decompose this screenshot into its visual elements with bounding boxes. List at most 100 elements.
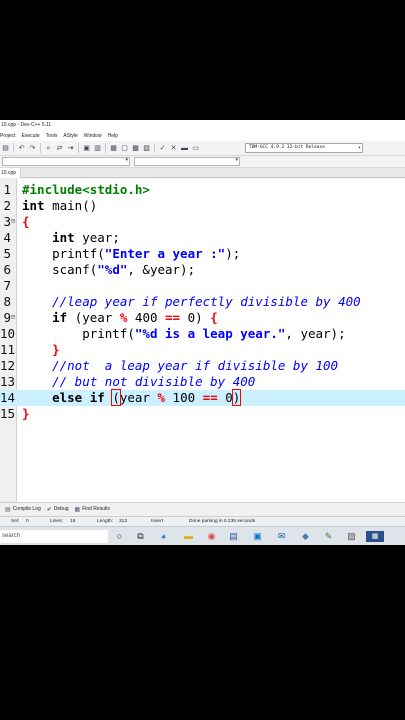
compile-icon[interactable]: ▦	[109, 144, 118, 153]
code-text: if (year % 400 == 0) {	[52, 310, 218, 325]
code-text: #include<stdio.h>	[22, 182, 150, 197]
code-line[interactable]: 9 ⊟ if (year % 400 == 0) {	[0, 310, 405, 326]
dev-cpp-window: 10.cpp - Dev-C++ 5.11 Project Execute To…	[0, 120, 405, 545]
tab-compile-log-label: Compile Log	[12, 506, 41, 512]
menu-tools[interactable]: Tools	[46, 131, 58, 141]
menu-astyle[interactable]: AStyle	[63, 131, 77, 141]
code-line[interactable]: 1 #include<stdio.h>	[0, 182, 405, 198]
line-number: 2	[3, 198, 11, 213]
line-number: 14	[0, 390, 16, 405]
check-icon[interactable]: ✓	[158, 144, 167, 153]
line-number: 15	[0, 406, 16, 421]
code-text: printf("Enter a year :");	[22, 246, 241, 261]
run-icon[interactable]: ▢	[120, 144, 129, 153]
code-text: {	[22, 214, 30, 229]
debug-icon: ✔	[46, 506, 52, 513]
undo-icon[interactable]: ↶	[17, 144, 26, 153]
cortana-icon[interactable]: ○	[114, 531, 125, 542]
rebuild-icon[interactable]: ▧	[142, 144, 151, 153]
code-editor[interactable]: 1 #include<stdio.h> 2 int main() 3 ⊟{4 int ye…	[0, 179, 405, 502]
code-line-current[interactable]: 14 else if (year % 100 == 0)	[0, 389, 405, 406]
taskbar-search[interactable]: search	[0, 530, 108, 543]
replace-icon[interactable]: ⇄	[55, 144, 64, 153]
profile-icon[interactable]: ▬	[180, 144, 189, 153]
code-line[interactable]: 2 int main()	[0, 198, 405, 214]
fold-toggle-icon[interactable]: ⊟	[11, 218, 18, 225]
stop-icon[interactable]: ✕	[169, 144, 178, 153]
goto-icon[interactable]: ⇥	[66, 144, 75, 153]
compiler-select[interactable]: TDM-GCC 4.9.2 32-bit Release ▾	[245, 143, 363, 153]
new-window-icon[interactable]: ▣	[82, 144, 91, 153]
code-line[interactable]: 7	[0, 278, 405, 294]
tab-debug[interactable]: ✔ Debug	[47, 506, 69, 513]
code-line[interactable]: 3 ⊟ {	[0, 214, 405, 230]
taskbar-search-placeholder: search	[2, 533, 21, 539]
toolbar-divider	[13, 143, 14, 153]
code-line[interactable]: 6 scanf("%d", &year);	[0, 262, 405, 278]
app-icon[interactable]: ✎	[323, 531, 334, 542]
code-text: int main()	[22, 198, 98, 213]
toolbar-divider	[105, 143, 106, 153]
code-line[interactable]: 15}	[0, 406, 405, 422]
code-text: }	[22, 406, 30, 421]
window-title: 10.cpp - Dev-C++ 5.11	[0, 120, 405, 131]
delete-profile-icon[interactable]: ▭	[191, 144, 200, 153]
app-icon[interactable]: ◆	[300, 531, 311, 542]
compiler-select-value: TDM-GCC 4.9.2 32-bit Release	[249, 145, 325, 150]
file-explorer-icon[interactable]: ▬	[183, 531, 194, 542]
dev-cpp-taskbar-icon[interactable]: ▦	[366, 531, 384, 542]
menu-help[interactable]: Help	[108, 131, 118, 141]
code-text: }	[52, 342, 60, 357]
tab-10-cpp[interactable]: 10.cpp	[0, 168, 22, 178]
store-icon[interactable]: ▣	[252, 531, 263, 542]
code-line[interactable]: 11 }	[0, 342, 405, 358]
code-text: scanf("%d", &year);	[22, 262, 196, 277]
class-combo[interactable]: ▾	[2, 157, 130, 166]
redo-icon[interactable]: ↷	[28, 144, 37, 153]
menu-execute[interactable]: Execute	[22, 131, 40, 141]
line-number: 7	[3, 278, 11, 293]
code-line[interactable]: 5 printf("Enter a year :");	[0, 246, 405, 262]
find-results-icon: ▦	[74, 506, 81, 513]
menu-bar: Project Execute Tools AStyle Window Help	[0, 131, 405, 141]
line-number: 11	[0, 342, 16, 357]
line-number: 1	[3, 182, 11, 197]
menu-project[interactable]: Project	[0, 131, 16, 141]
app-icon[interactable]: ▨	[346, 531, 357, 542]
chrome-icon[interactable]: ◉	[206, 531, 217, 542]
task-view-icon[interactable]: ⧉	[135, 531, 146, 542]
menu-window[interactable]: Window	[84, 131, 102, 141]
mail-icon[interactable]: ✉	[276, 531, 287, 542]
chevron-down-icon: ▾	[357, 145, 361, 151]
windows-taskbar: search ○ ⧉ ◕ ▬ ◉ ▤ ▣ ✉ ◆ ✎ ▨ ▦	[0, 526, 405, 545]
word-icon[interactable]: ▤	[228, 531, 239, 542]
code-line[interactable]: 4 int year;	[0, 230, 405, 246]
fold-toggle-icon[interactable]: ⊟	[11, 314, 18, 321]
tab-compile-log[interactable]: ▤ Compile Log	[5, 506, 41, 513]
chevron-down-icon: ▾	[125, 157, 128, 163]
code-text: printf("%d is a leap year.", year);	[22, 326, 346, 341]
code-text: int year;	[52, 230, 120, 245]
chevron-down-icon: ▾	[235, 157, 238, 163]
line-number: 10	[0, 326, 16, 341]
code-text: //not a leap year if divisible by 100	[52, 358, 339, 373]
code-text: else if (year % 100 == 0)	[52, 389, 242, 406]
line-number: 5	[3, 246, 11, 261]
print-icon[interactable]: ▤	[1, 144, 10, 153]
edge-icon[interactable]: ◕	[158, 531, 169, 542]
code-line[interactable]: 10 printf("%d is a leap year.", year);	[0, 326, 405, 342]
tab-find-results[interactable]: ▦ Find Results	[75, 506, 110, 513]
compile-run-icon[interactable]: ▩	[131, 144, 140, 153]
code-line[interactable]: 13 // but not divisible by 400	[0, 374, 405, 390]
toolbar-divider	[40, 143, 41, 153]
code-line[interactable]: 12 //not a leap year if divisible by 100	[0, 358, 405, 374]
line-number: 13	[0, 374, 16, 389]
member-combo[interactable]: ▾	[134, 157, 240, 166]
line-number: 4	[3, 230, 11, 245]
code-line[interactable]: 8 //leap year if perfectly divisible by …	[0, 294, 405, 310]
class-browser-icon[interactable]: ▥	[93, 144, 102, 153]
code-text: // but not divisible by 400	[52, 374, 256, 389]
status-bar: Sel: 0 Lines: 15 Length: 313 Insert Done…	[0, 516, 405, 526]
line-number: 9	[3, 310, 11, 325]
find-icon[interactable]: ⌕	[44, 144, 53, 153]
